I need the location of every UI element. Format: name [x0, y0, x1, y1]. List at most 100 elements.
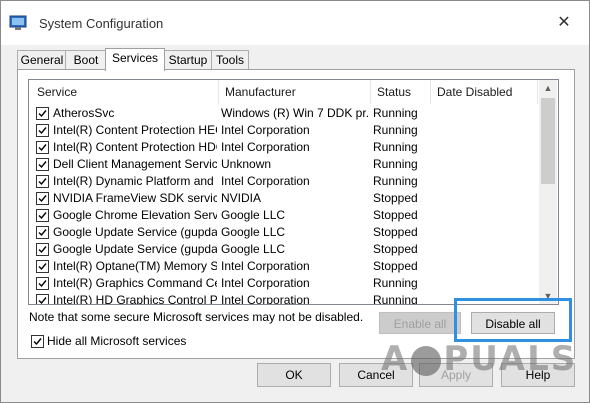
service-status: Running	[373, 157, 418, 171]
services-list[interactable]: Service Manufacturer Status Date Disable…	[28, 79, 559, 305]
service-checkbox[interactable]	[36, 124, 49, 137]
table-row[interactable]: Google Update Service (gupdate) Google LL…	[29, 224, 538, 241]
service-date-disabled	[433, 139, 537, 156]
service-status: Stopped	[373, 225, 418, 239]
service-status: Running	[373, 140, 418, 154]
service-manufacturer: Intel Corporation	[221, 123, 310, 137]
scrollbar-thumb[interactable]	[541, 98, 555, 184]
table-row[interactable]: Google Chrome Elevation Servic... Google …	[29, 207, 538, 224]
vertical-scrollbar[interactable]: ▲ ▼	[539, 80, 557, 304]
service-manufacturer: Google LLC	[221, 208, 286, 222]
hide-microsoft-services-label: Hide all Microsoft services	[47, 334, 187, 348]
enable-all-button[interactable]: Enable all	[379, 312, 461, 334]
service-name: AtherosSvc	[53, 106, 115, 120]
scroll-up-icon[interactable]: ▲	[539, 80, 557, 96]
service-date-disabled	[433, 207, 537, 224]
service-date-disabled	[433, 275, 537, 292]
service-checkbox[interactable]	[36, 209, 49, 222]
service-name: Intel(R) HD Graphics Control Pa...	[53, 293, 217, 305]
tab-tools[interactable]: Tools	[211, 50, 249, 70]
service-name: Intel(R) Dynamic Platform and T...	[53, 174, 217, 188]
table-row[interactable]: Intel(R) Content Protection HDC... Intel …	[29, 139, 538, 156]
service-manufacturer: Intel Corporation	[221, 140, 310, 154]
close-icon[interactable]: ✕	[551, 11, 577, 35]
service-date-disabled	[433, 105, 537, 122]
service-checkbox[interactable]	[36, 226, 49, 239]
service-checkbox[interactable]	[36, 277, 49, 290]
table-row[interactable]: Intel(R) Dynamic Platform and T... Intel …	[29, 173, 538, 190]
service-date-disabled	[433, 156, 537, 173]
service-name: Google Update Service (gupdatem)	[53, 242, 217, 256]
service-name: Intel(R) Content Protection HEC...	[53, 123, 217, 137]
table-row[interactable]: Google Update Service (gupdatem) Google L…	[29, 241, 538, 258]
table-row[interactable]: Dell Client Management Service Unknown Run…	[29, 156, 538, 173]
tab-startup[interactable]: Startup	[163, 50, 213, 70]
service-status: Stopped	[373, 242, 418, 256]
service-checkbox[interactable]	[36, 141, 49, 154]
column-header-service[interactable]: Service	[29, 80, 219, 104]
service-checkbox[interactable]	[36, 175, 49, 188]
service-status: Stopped	[373, 208, 418, 222]
table-row[interactable]: Intel(R) Optane(TM) Memory Se... Intel Co…	[29, 258, 538, 275]
service-manufacturer: NVIDIA	[221, 191, 262, 205]
tab-startup-label: Startup	[168, 53, 208, 67]
service-manufacturer: Intel Corporation	[221, 276, 310, 290]
service-manufacturer: Unknown	[221, 157, 272, 171]
service-status: Running	[373, 106, 418, 120]
column-header-manufacturer[interactable]: Manufacturer	[219, 80, 371, 104]
service-name: Google Update Service (gupdate)	[53, 225, 217, 239]
watermark-right: PUALS	[443, 339, 578, 379]
service-checkbox[interactable]	[36, 158, 49, 171]
service-status: Running	[373, 123, 418, 137]
service-checkbox[interactable]	[36, 192, 49, 205]
service-date-disabled	[433, 173, 537, 190]
service-checkbox[interactable]	[36, 260, 49, 273]
tab-general[interactable]: General	[17, 50, 67, 70]
service-date-disabled	[433, 224, 537, 241]
tab-general-label: General	[20, 53, 64, 67]
system-configuration-window: System Configuration ✕ General Boot Serv…	[0, 0, 590, 403]
service-status: Running	[373, 293, 418, 305]
checkbox-icon[interactable]	[31, 335, 44, 348]
table-row[interactable]: Intel(R) Graphics Command Cen... Intel Co…	[29, 275, 538, 292]
service-manufacturer: Intel Corporation	[221, 293, 310, 305]
list-header: Service Manufacturer Status Date Disable…	[29, 80, 538, 104]
column-header-status[interactable]: Status	[371, 80, 431, 104]
tab-boot[interactable]: Boot	[65, 50, 107, 70]
table-row[interactable]: AtherosSvc Windows (R) Win 7 DDK pr... Run…	[29, 105, 538, 122]
title-bar[interactable]: System Configuration ✕	[1, 1, 589, 45]
service-name: Google Chrome Elevation Servic...	[53, 208, 217, 222]
service-manufacturer: Intel Corporation	[221, 259, 310, 273]
service-date-disabled	[433, 122, 537, 139]
ok-button[interactable]: OK	[257, 363, 331, 387]
service-name: Dell Client Management Service	[53, 157, 217, 171]
tab-services-label: Services	[111, 51, 158, 65]
service-date-disabled	[433, 241, 537, 258]
watermark-face-icon	[411, 345, 442, 376]
tab-services[interactable]: Services	[105, 48, 165, 71]
service-status: Running	[373, 174, 418, 188]
table-row[interactable]: NVIDIA FrameView SDK service NVIDIA Stoppe…	[29, 190, 538, 207]
service-manufacturer: Intel Corporation	[221, 174, 310, 188]
watermark-left: A	[381, 339, 410, 379]
service-date-disabled	[433, 190, 537, 207]
service-manufacturer: Windows (R) Win 7 DDK pr...	[221, 106, 369, 120]
service-status: Stopped	[373, 259, 418, 273]
service-name: Intel(R) Graphics Command Cen...	[53, 276, 217, 290]
service-name: Intel(R) Optane(TM) Memory Se...	[53, 259, 217, 273]
service-checkbox[interactable]	[36, 294, 49, 304]
service-name: Intel(R) Content Protection HDC...	[53, 140, 217, 154]
service-date-disabled	[433, 258, 537, 275]
watermark-logo: A PUALS	[381, 339, 577, 379]
service-status: Running	[373, 276, 418, 290]
service-manufacturer: Google LLC	[221, 225, 286, 239]
secure-services-note: Note that some secure Microsoft services…	[29, 310, 364, 324]
service-checkbox[interactable]	[36, 107, 49, 120]
column-header-date-disabled[interactable]: Date Disabled	[431, 80, 538, 104]
table-row[interactable]: Intel(R) Content Protection HEC... Intel …	[29, 122, 538, 139]
service-checkbox[interactable]	[36, 243, 49, 256]
service-manufacturer: Google LLC	[221, 242, 286, 256]
service-status: Stopped	[373, 191, 418, 205]
service-name: NVIDIA FrameView SDK service	[53, 191, 217, 205]
highlight-box	[454, 298, 572, 342]
